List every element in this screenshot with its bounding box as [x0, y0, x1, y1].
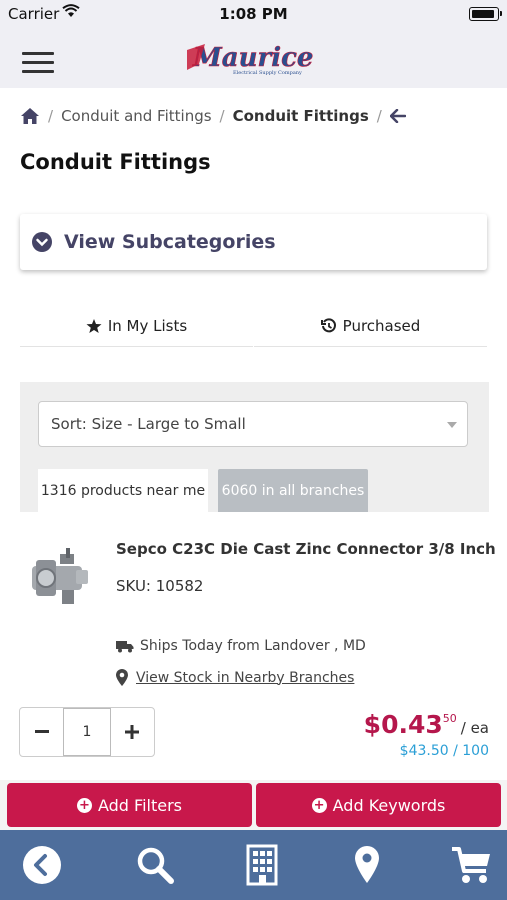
- status-bar: Carrier 1:08 PM: [0, 0, 507, 28]
- search-icon[interactable]: [133, 843, 177, 887]
- quantity-input[interactable]: 1: [63, 708, 111, 756]
- star-icon: [86, 319, 102, 333]
- building-icon[interactable]: [240, 843, 284, 887]
- back-circle-icon[interactable]: [20, 843, 64, 887]
- sort-value: Sort: Size - Large to Small: [51, 415, 246, 433]
- breadcrumb-separator: /: [376, 107, 382, 125]
- product-image[interactable]: [26, 540, 92, 610]
- tab-label: Purchased: [342, 317, 421, 335]
- price-block: $0.4350/ ea $43.50 / 100: [364, 710, 489, 759]
- bottom-tab-bar: [0, 830, 507, 900]
- stock-info: View Stock in Nearby Branches: [116, 669, 354, 686]
- tab-label: In My Lists: [107, 317, 188, 335]
- decrease-quantity-button[interactable]: [20, 708, 63, 756]
- add-keywords-label: Add Keywords: [332, 795, 446, 815]
- dropdown-caret-icon: [447, 422, 457, 428]
- home-icon[interactable]: [20, 107, 40, 125]
- svg-text:Electrical Supply Company: Electrical Supply Company: [233, 70, 302, 76]
- product-card: Sepco C23C Die Cast Zinc Connector 3/8 I…: [0, 512, 507, 780]
- page-title: Conduit Fittings: [20, 150, 211, 174]
- action-bar: + Add Filters + Add Keywords: [0, 780, 507, 832]
- view-subcategories-label: View Subcategories: [64, 231, 276, 253]
- minus-icon: [34, 730, 49, 733]
- tab-purchased[interactable]: Purchased: [254, 306, 487, 347]
- tab-in-my-lists[interactable]: In My Lists: [20, 306, 253, 347]
- app-header: Maurice Electrical Supply Company: [0, 28, 507, 88]
- tab-products-near-me[interactable]: 1316 products near me: [38, 469, 208, 512]
- history-icon: [320, 318, 336, 333]
- add-filters-label: Add Filters: [97, 795, 183, 815]
- ships-text: Ships Today from Landover , MD: [140, 638, 366, 654]
- plus-circle-icon: +: [76, 797, 92, 813]
- back-arrow-icon[interactable]: [389, 109, 406, 123]
- svg-text:Maurice: Maurice: [192, 43, 313, 73]
- list-tabs: In My Lists Purchased: [20, 306, 487, 347]
- product-sku: SKU: 10582: [116, 577, 204, 595]
- chevron-down-icon: [32, 232, 52, 252]
- product-name[interactable]: Sepco C23C Die Cast Zinc Connector 3/8 I…: [116, 540, 496, 558]
- bulk-price: $43.50 / 100: [399, 743, 489, 759]
- menu-icon[interactable]: [22, 52, 54, 74]
- view-stock-link[interactable]: View Stock in Nearby Branches: [136, 670, 354, 686]
- clock: 1:08 PM: [219, 5, 288, 23]
- tab-all-branches[interactable]: 6060 in all branches: [218, 469, 368, 512]
- plus-icon: [125, 725, 140, 739]
- battery-icon: [469, 7, 502, 21]
- add-filters-button[interactable]: + Add Filters: [7, 783, 252, 827]
- price-unit: / ea: [460, 719, 489, 737]
- map-pin-icon: [116, 669, 128, 686]
- price-fraction: 50: [442, 712, 457, 725]
- plus-circle-icon: +: [311, 797, 327, 813]
- add-keywords-button[interactable]: + Add Keywords: [256, 783, 501, 827]
- company-logo[interactable]: Maurice Electrical Supply Company: [185, 40, 325, 80]
- breadcrumb-item-conduit-fittings: Conduit Fittings: [232, 107, 369, 125]
- view-subcategories-button[interactable]: View Subcategories: [20, 214, 487, 270]
- quantity-stepper: 1: [19, 707, 155, 757]
- cart-icon[interactable]: [450, 843, 494, 887]
- truck-icon: [116, 640, 134, 652]
- breadcrumb-item-conduit-and-fittings[interactable]: Conduit and Fittings: [61, 107, 211, 125]
- breadcrumb-separator: /: [219, 107, 225, 125]
- breadcrumb: / Conduit and Fittings / Conduit Fitting…: [20, 103, 406, 129]
- unit-price: $0.43: [363, 710, 443, 739]
- filter-panel: Sort: Size - Large to Small 1316 product…: [20, 382, 489, 512]
- sort-select[interactable]: Sort: Size - Large to Small: [38, 401, 468, 447]
- location-pin-icon[interactable]: [345, 843, 389, 887]
- breadcrumb-separator: /: [48, 107, 54, 125]
- increase-quantity-button[interactable]: [111, 708, 154, 756]
- shipping-info: Ships Today from Landover , MD: [116, 638, 366, 654]
